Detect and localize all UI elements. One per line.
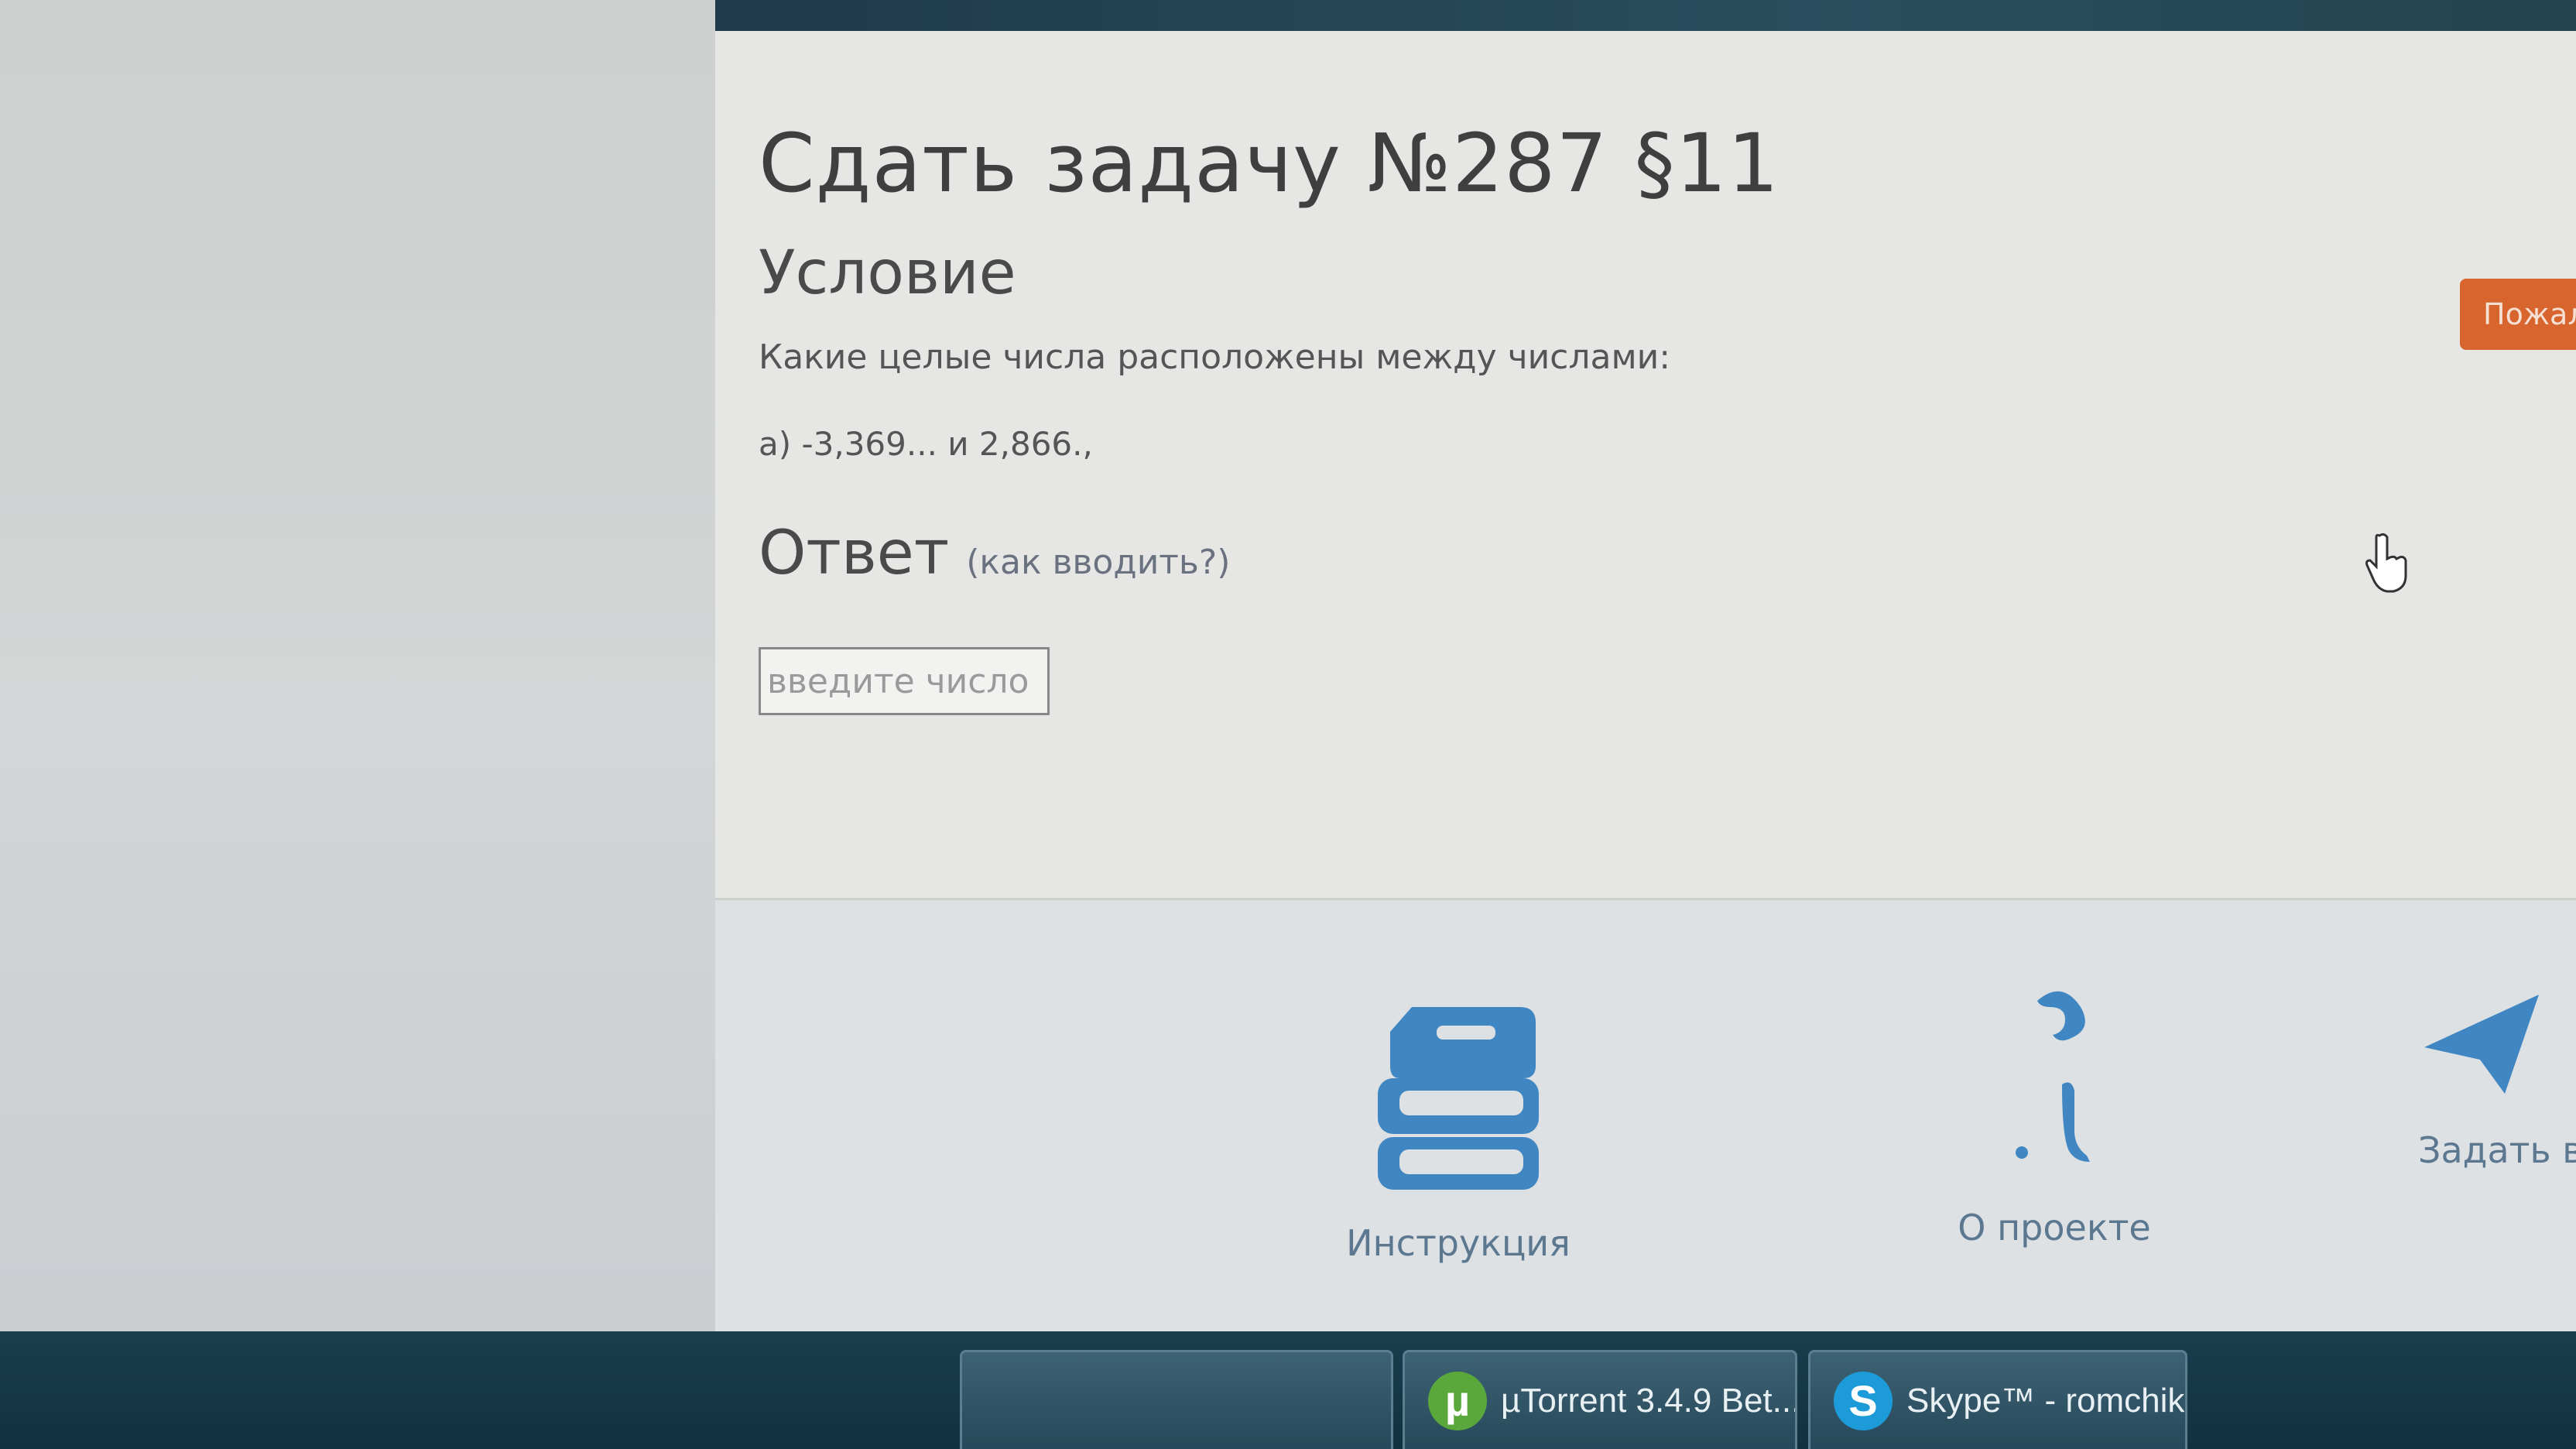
taskbar: µ µTorrent 3.4.9 Bet... S Skype™ - romch… (0, 1331, 2576, 1449)
how-to-enter-link[interactable]: (как вводить?) (966, 543, 1230, 582)
footer-ask-label: Задать в (2418, 1129, 2576, 1171)
page-title: Сдать задачу №287 §11 (759, 116, 1780, 211)
task-content: Сдать задачу №287 §11 Условие Какие целы… (759, 116, 2461, 715)
condition-heading: Условие (759, 238, 1016, 308)
footer-ask-link[interactable]: Задать в (2418, 985, 2576, 1171)
taskbar-item-app[interactable] (960, 1350, 1393, 1449)
taskbar-utorrent-label: µTorrent 3.4.9 Bet... (1501, 1381, 1797, 1420)
answer-input[interactable] (759, 647, 1050, 715)
footer-about-label: О проекте (1958, 1207, 2151, 1249)
books-icon (1378, 1007, 1539, 1190)
condition-item: а) -3,369... и 2,866., (759, 425, 1093, 463)
paper-plane-icon (2424, 995, 2539, 1094)
footer: Инструкция О проекте Задать в (715, 900, 2576, 1331)
footer-about-link[interactable]: О проекте (1938, 985, 2170, 1249)
taskbar-item-skype[interactable]: S Skype™ - romchik... (1808, 1350, 2187, 1449)
answer-row: Ответ (как вводить?) (759, 519, 2461, 588)
taskbar-item-utorrent[interactable]: µ µTorrent 3.4.9 Bet... (1403, 1350, 1797, 1449)
hand-cursor-icon (2365, 533, 2407, 593)
complain-button[interactable]: Пожал (2460, 279, 2576, 350)
desktop-margin (0, 0, 715, 1449)
footer-instruction-label: Инструкция (1346, 1222, 1571, 1264)
condition-text: Какие целые числа расположены между числ… (759, 337, 1671, 377)
footer-instruction-link[interactable]: Инструкция (1346, 1001, 1571, 1264)
utorrent-icon: µ (1428, 1371, 1487, 1430)
browser-top-strip (715, 0, 2576, 31)
skype-icon: S (1834, 1371, 1893, 1430)
main-page: Сдать задачу №287 §11 Условие Какие целы… (715, 31, 2576, 1331)
taskbar-skype-label: Skype™ - romchik... (1906, 1381, 2187, 1420)
answer-heading: Ответ (759, 519, 950, 588)
question-figure-icon (2016, 991, 2090, 1162)
